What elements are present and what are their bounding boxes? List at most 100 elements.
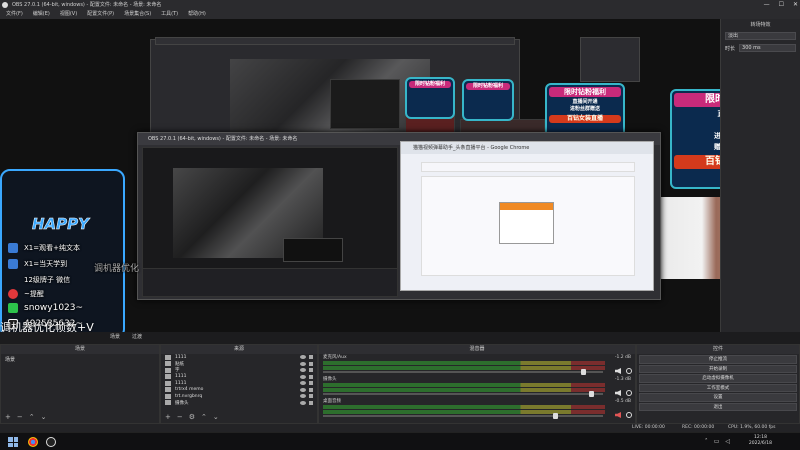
settings-button[interactable]: 设置	[639, 393, 797, 402]
eye-icon[interactable]	[300, 374, 306, 379]
sources-dock: 来源 1111 贴纸 字 1111 1111 trtrx4 memo trt.n…	[160, 344, 318, 424]
gear-icon[interactable]	[626, 412, 632, 418]
nested-obs-preview	[142, 147, 398, 297]
studio-mode-button[interactable]: 工作室模式	[639, 383, 797, 392]
nested-window	[330, 79, 400, 129]
image-icon	[165, 367, 171, 373]
lock-icon[interactable]	[309, 374, 313, 379]
text-icon	[165, 374, 171, 380]
remove-icon[interactable]: −	[177, 413, 183, 421]
obs-icon[interactable]	[46, 437, 56, 447]
up-icon[interactable]: ⌃	[29, 413, 35, 421]
volume-meter	[323, 383, 605, 387]
menu-tools[interactable]: 工具(T)	[161, 10, 178, 19]
down-icon[interactable]: ⌄	[41, 413, 47, 421]
chevron-up-icon[interactable]: ˄	[705, 438, 708, 445]
gear-icon[interactable]	[626, 368, 632, 374]
network-icon[interactable]: ▭	[714, 438, 720, 445]
chrome-dialog[interactable]	[499, 202, 554, 244]
stop-streaming-button[interactable]: 停止推流	[639, 355, 797, 364]
add-icon[interactable]: +	[165, 413, 171, 421]
controls-dock-title: 控件	[637, 345, 799, 354]
rec-status: REC: 00:00:00	[682, 425, 715, 430]
menu-profile[interactable]: 配置文件(P)	[87, 10, 114, 19]
lock-icon[interactable]	[309, 394, 313, 399]
maximize-button[interactable]: ☐	[779, 0, 784, 10]
lock-icon[interactable]	[309, 381, 313, 386]
eye-icon[interactable]	[300, 400, 306, 405]
overlay-line: X1=当天学到	[24, 260, 68, 268]
volume-meter	[323, 366, 605, 370]
volume-fader[interactable]	[323, 391, 603, 397]
nested-obs-window: OBS 27.0.1 (64-bit, windows) - 配置文件: 未命名…	[137, 132, 661, 300]
minimize-button[interactable]: —	[764, 0, 770, 10]
windows-start-icon[interactable]	[8, 437, 18, 447]
overlay-line: 12级牌子 微信	[24, 276, 71, 284]
overlay-side-text: 调机器优化	[94, 264, 140, 274]
clock[interactable]: 12:18 2022/6/18	[749, 435, 772, 447]
duration-input[interactable]: 300 ms	[739, 44, 796, 52]
speaker-icon[interactable]	[615, 390, 621, 396]
lock-icon[interactable]	[309, 361, 313, 366]
sources-dock-title: 来源	[161, 345, 317, 354]
menu-help[interactable]: 帮助(H)	[188, 10, 206, 19]
duration-label: 时长	[725, 45, 736, 52]
eye-icon[interactable]	[300, 387, 306, 392]
speaker-icon[interactable]	[615, 368, 621, 374]
menu-edit[interactable]: 编辑(E)	[33, 10, 50, 19]
nested-panel	[580, 37, 640, 82]
source-item[interactable]: 摄像头	[161, 400, 317, 407]
lock-icon[interactable]	[309, 355, 313, 360]
channel-db: -0.5 dB	[614, 399, 631, 404]
lock-icon[interactable]	[309, 400, 313, 405]
menu-file[interactable]: 文件(F)	[6, 10, 23, 19]
add-icon[interactable]: +	[5, 413, 11, 421]
scenes-toggle[interactable]: 场景	[110, 332, 120, 342]
eye-icon[interactable]	[300, 355, 306, 360]
volume-fader[interactable]	[323, 413, 603, 419]
overlay-line: snowy1023~	[24, 303, 84, 313]
down-icon[interactable]: ⌄	[213, 413, 219, 421]
close-button[interactable]: ✕	[793, 0, 798, 10]
gear-icon[interactable]	[626, 390, 632, 396]
menu-view[interactable]: 视图(V)	[60, 10, 77, 19]
title-bar: OBS 27.0.1 (64-bit, windows) - 配置文件: 未命名…	[0, 0, 800, 10]
up-icon[interactable]: ⌃	[201, 413, 207, 421]
transition-select[interactable]: 淡出	[725, 32, 796, 40]
lock-icon[interactable]	[309, 387, 313, 392]
chrome-icon[interactable]	[28, 437, 38, 447]
text-icon	[165, 380, 171, 386]
lock-icon[interactable]	[309, 368, 313, 373]
speaker-muted-icon[interactable]	[615, 412, 621, 418]
eye-icon[interactable]	[300, 394, 306, 399]
fader-knob[interactable]	[580, 369, 586, 375]
fader-knob[interactable]	[552, 413, 558, 419]
exit-button[interactable]: 退出	[639, 402, 797, 411]
fader-knob[interactable]	[589, 391, 594, 397]
overlay-line: X1=观看+纯文本	[24, 244, 80, 252]
start-recording-button[interactable]: 开始录制	[639, 364, 797, 373]
preview-canvas[interactable]: 限时钻粉福利 限时钻粉福利 限时钻粉福利 直播间开通 进粉丝群赠送 百钻女装直播…	[0, 19, 720, 332]
volume-meter	[323, 405, 605, 409]
camera-icon	[165, 400, 171, 406]
mixer-dock: 混音器 麦克风/Aux -1.2 dB 摄像头 -1.3 dB 桌面音频 -0.…	[318, 344, 636, 424]
overlay-line: ~提醒	[24, 290, 44, 298]
eye-icon[interactable]	[300, 361, 306, 366]
scene-item[interactable]: 场景	[1, 354, 159, 365]
scenes-footer: + − ⌃ ⌄	[5, 413, 47, 421]
transition-panel: 转场特效 淡出 时长 300 ms	[720, 19, 800, 332]
menu-scene-collection[interactable]: 场景集合(S)	[124, 10, 151, 19]
menu-bar: 文件(F) 编辑(E) 视图(V) 配置文件(P) 场景集合(S) 工具(T) …	[0, 10, 800, 19]
remove-icon[interactable]: −	[17, 413, 23, 421]
scenes-dock-title: 场景	[1, 345, 159, 354]
volume-icon[interactable]: ◁	[725, 438, 730, 445]
sources-footer: + − ⚙ ⌃ ⌄	[165, 413, 219, 421]
eye-icon[interactable]	[300, 381, 306, 386]
virtual-camera-button[interactable]: 启动虚拟摄像机	[639, 374, 797, 383]
optimize-text: 调机器优化帧数+V	[0, 321, 94, 332]
volume-fader[interactable]	[323, 369, 603, 375]
transition-toggle[interactable]: 过渡	[132, 332, 142, 342]
eye-icon[interactable]	[300, 368, 306, 373]
settings-icon[interactable]: ⚙	[189, 413, 195, 421]
status-bar: LIVE: 00:00:00 REC: 00:00:00 CPU: 1.9%, …	[0, 424, 800, 432]
